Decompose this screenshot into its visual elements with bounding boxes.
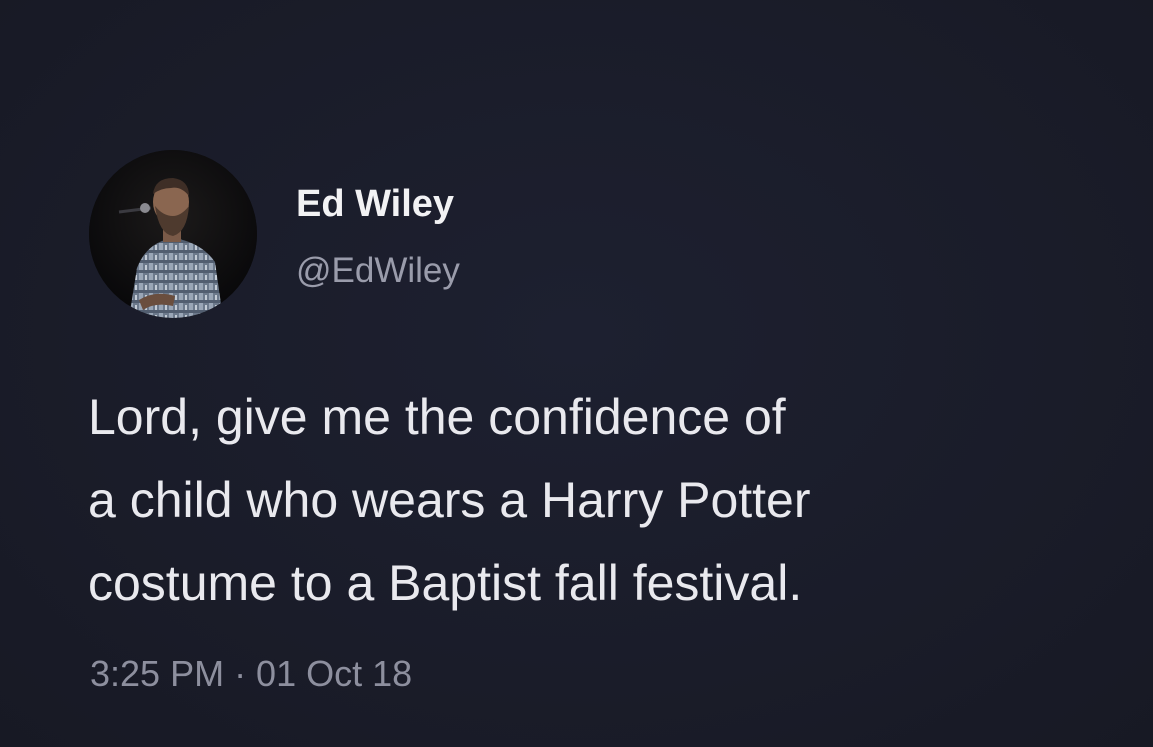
- tweet-card: Ed Wiley @EdWiley Lord, give me the conf…: [0, 0, 1153, 747]
- tweet-text-line: costume to a Baptist fall festival.: [88, 555, 803, 611]
- tweet-text-line: a child who wears a Harry Potter: [88, 472, 811, 528]
- tweet-timestamp[interactable]: 3:25 PM · 01 Oct 18: [90, 653, 412, 695]
- tweet-body: Lord, give me the confidence of a child …: [88, 376, 1128, 625]
- profile-photo-icon: [89, 150, 257, 318]
- author-display-name[interactable]: Ed Wiley: [296, 183, 454, 226]
- avatar[interactable]: [89, 150, 257, 318]
- author-handle[interactable]: @EdWiley: [296, 251, 460, 291]
- tweet-text-line: Lord, give me the confidence of: [88, 389, 786, 445]
